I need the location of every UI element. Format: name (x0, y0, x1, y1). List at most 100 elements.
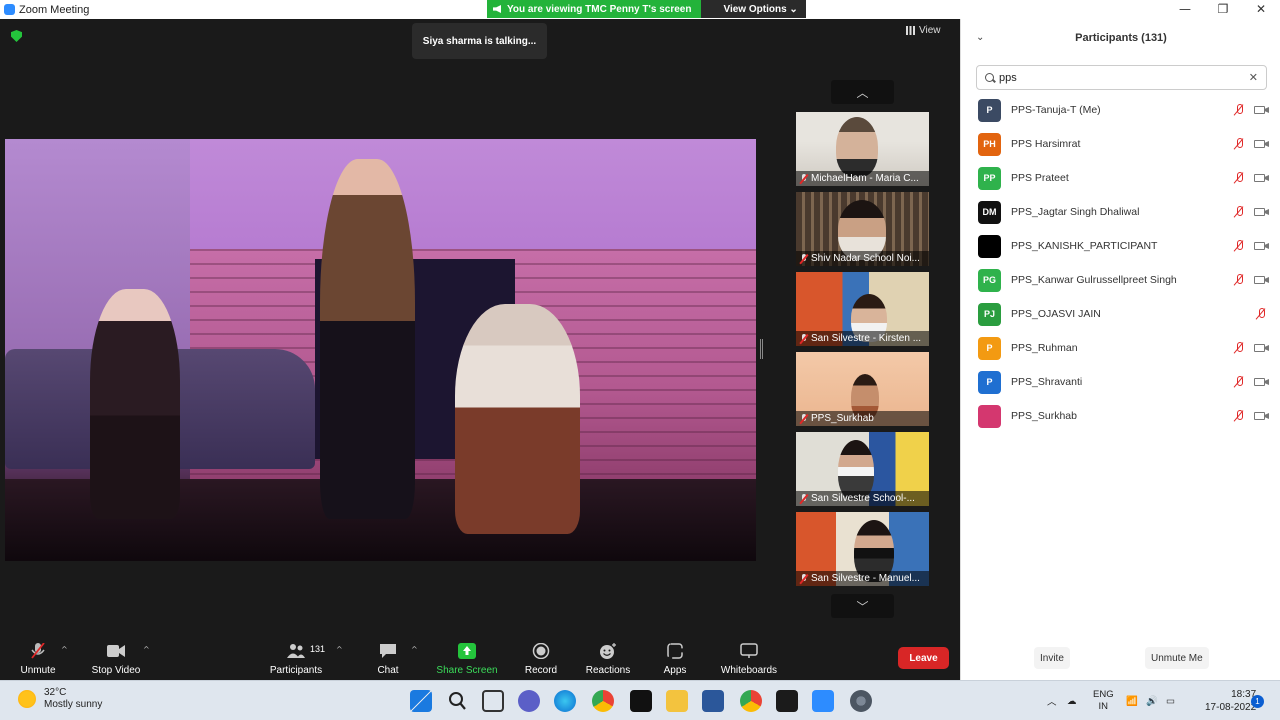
video-thumbnail[interactable]: Shiv Nadar School Noi... (796, 192, 929, 266)
mic-muted-icon[interactable] (1234, 274, 1244, 286)
avatar (978, 404, 1001, 428)
video-thumbnail[interactable]: San Silvestre School-... (796, 432, 929, 506)
security-shield-icon[interactable] (11, 30, 22, 42)
participant-row[interactable]: PH PPS Harsimrat (961, 127, 1280, 161)
video-camera-icon[interactable] (1254, 378, 1265, 386)
word-app-icon[interactable] (702, 690, 724, 712)
video-camera-icon[interactable] (1254, 276, 1265, 284)
mic-muted-icon[interactable] (1234, 376, 1244, 388)
video-thumbnail[interactable]: MichaelHam - Maria C... (796, 112, 929, 186)
zoom-app-icon (4, 4, 15, 15)
video-camera-icon[interactable] (1254, 140, 1265, 148)
video-thumbnail[interactable]: San Silvestre - Manuel... (796, 512, 929, 586)
participant-search-input[interactable] (999, 71, 1249, 84)
chrome-browser-icon[interactable] (592, 690, 614, 712)
task-view-icon[interactable] (482, 690, 504, 712)
onedrive-cloud-icon[interactable]: ☁ (1067, 681, 1077, 720)
resize-handle[interactable] (760, 339, 763, 359)
wifi-icon[interactable]: 📶 (1126, 681, 1138, 720)
notes-app-icon[interactable] (776, 690, 798, 712)
notification-badge[interactable]: 1 (1251, 695, 1264, 708)
video-camera-icon[interactable] (1254, 344, 1265, 352)
teams-chat-icon[interactable] (518, 690, 540, 712)
mic-muted-icon[interactable] (1234, 172, 1244, 184)
close-button[interactable]: ✕ (1242, 0, 1280, 19)
apps-button[interactable]: Apps (659, 637, 691, 680)
chat-button[interactable]: Chat (372, 637, 404, 680)
thumbnails-scroll-down-button[interactable]: ﹀ (831, 594, 894, 618)
edge-browser-icon[interactable] (554, 690, 576, 712)
mic-muted-icon[interactable] (1234, 138, 1244, 150)
volume-icon[interactable]: 🔊 (1146, 681, 1158, 720)
view-button[interactable]: View (906, 25, 941, 36)
weather-widget[interactable]: 32°C Mostly sunny (18, 687, 102, 711)
mic-muted-icon[interactable] (1256, 308, 1266, 320)
thumbnails-scroll-up-button[interactable]: ︿ (831, 80, 894, 104)
scene-actor-2 (320, 159, 415, 519)
system-clock[interactable]: 18:37 17-08-2022 (1205, 688, 1256, 714)
share-screen-icon (458, 643, 476, 659)
share-screen-button[interactable]: Share Screen (434, 637, 500, 680)
scene-actor-3 (455, 304, 580, 534)
video-camera-icon[interactable] (1254, 208, 1265, 216)
view-options-button[interactable]: View Options ⌄ (701, 0, 806, 18)
mic-muted-icon[interactable] (1234, 206, 1244, 218)
file-explorer-icon[interactable] (666, 690, 688, 712)
grid-icon (906, 26, 915, 35)
clear-search-button[interactable]: ✕ (1249, 71, 1258, 84)
mic-muted-icon[interactable] (1234, 104, 1244, 116)
participant-row[interactable]: P PPS-Tanuja-T (Me) (961, 93, 1280, 127)
video-options-caret[interactable]: ^ (143, 645, 150, 654)
unmute-label: Unmute (20, 665, 56, 676)
reactions-button[interactable]: Reactions (584, 637, 632, 680)
mic-muted-icon[interactable] (1234, 410, 1244, 422)
thumbnail-name: San Silvestre School-... (811, 493, 915, 504)
participant-row[interactable]: PPS_Surkhab (961, 399, 1280, 433)
video-camera-icon[interactable] (1254, 412, 1265, 420)
battery-icon[interactable]: ▭ (1166, 681, 1175, 720)
settings-gear-icon[interactable] (850, 690, 872, 712)
participant-row[interactable]: PPS_KANISHK_PARTICIPANT (961, 229, 1280, 263)
nvidia-app-icon[interactable] (630, 690, 652, 712)
leave-button[interactable]: Leave (898, 647, 949, 669)
unmute-button[interactable]: Unmute (18, 637, 58, 680)
mic-muted-icon (800, 253, 808, 264)
zoom-app-icon[interactable] (812, 690, 834, 712)
title-bar: Zoom Meeting (0, 0, 960, 19)
participant-row[interactable]: DM PPS_Jagtar Singh Dhaliwal (961, 195, 1280, 229)
participant-row[interactable]: P PPS_Shravanti (961, 365, 1280, 399)
participants-options-caret[interactable]: ^ (336, 645, 343, 654)
record-button[interactable]: Record (522, 637, 560, 680)
mic-muted-icon[interactable] (1234, 240, 1244, 252)
minimize-button[interactable]: — (1166, 0, 1204, 19)
stop-video-button[interactable]: Stop Video (90, 637, 142, 680)
reactions-smiley-icon (600, 643, 616, 659)
video-camera-icon[interactable] (1254, 174, 1265, 182)
start-button-windows-icon[interactable] (410, 690, 432, 712)
language-indicator[interactable]: ENG IN (1093, 681, 1114, 720)
participant-name: PPS-Tanuja-T (Me) (1011, 104, 1101, 116)
search-icon[interactable] (446, 690, 468, 712)
chat-options-caret[interactable]: ^ (411, 645, 418, 654)
audio-options-caret[interactable]: ^ (61, 645, 68, 654)
invite-button[interactable]: Invite (1034, 647, 1070, 669)
restore-button[interactable]: ❐ (1204, 0, 1242, 19)
show-hidden-icons-button[interactable]: ︿ (1047, 681, 1057, 720)
unmute-me-button[interactable]: Unmute Me (1145, 647, 1209, 669)
participant-row[interactable]: PJ PPS_OJASVI JAIN (961, 297, 1280, 331)
mic-muted-icon[interactable] (1234, 342, 1244, 354)
video-thumbnail[interactable]: San Silvestre - Kirsten ... (796, 272, 929, 346)
apps-icon (667, 643, 683, 659)
participants-icon (287, 644, 305, 658)
participants-count: 131 (310, 644, 326, 654)
participant-search-box[interactable]: ✕ (976, 65, 1267, 90)
participant-row[interactable]: PG PPS_Kanwar Gulrussellpreet Singh (961, 263, 1280, 297)
video-camera-icon[interactable] (1254, 242, 1265, 250)
video-thumbnail[interactable]: PPS_Surkhab (796, 352, 929, 426)
participant-row[interactable]: PP PPS Prateet (961, 161, 1280, 195)
video-camera-icon[interactable] (1254, 106, 1265, 114)
participant-row[interactable]: P PPS_Ruhman (961, 331, 1280, 365)
whiteboards-button[interactable]: Whiteboards (716, 637, 782, 680)
chrome-profile-icon[interactable] (740, 690, 762, 712)
participant-name: PPS_Ruhman (1011, 342, 1078, 354)
